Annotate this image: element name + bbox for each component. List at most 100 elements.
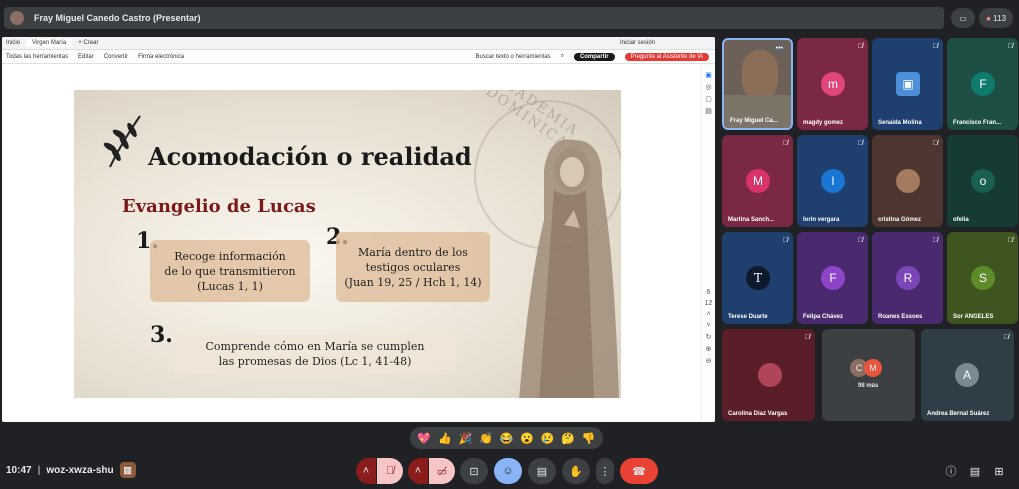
participant-tile[interactable]: 🎙̸ F Felipa Chávez [797, 232, 868, 324]
olive-branch-icon [103, 115, 141, 168]
point-3-line-2: las promesas de Dios (Lc 1, 41-48) [218, 355, 412, 368]
slide: ACADEMIA DOMINICANA Acomodación o realid… [74, 90, 621, 398]
signin-link[interactable]: Iniciar sesión [620, 40, 655, 46]
tab-inicio[interactable]: Inicio [6, 40, 20, 46]
present-button[interactable]: ⊡ [460, 458, 488, 484]
reaction-surprised[interactable]: 😮 [520, 432, 534, 445]
avatar [758, 363, 782, 387]
point-1-line-3: (Lucas 1, 1) [197, 279, 263, 293]
participant-tile[interactable]: o ofelia [947, 135, 1018, 227]
meeting-details-button[interactable]: ⓘ [942, 458, 960, 484]
share-button[interactable]: Compartir [573, 52, 615, 61]
video-options-button[interactable]: ˄ [408, 458, 428, 484]
point-1-line-2: de lo que transmitieron [164, 264, 296, 278]
participant-tile[interactable]: 🎙̸ A Andrea Bernal Suárez [921, 329, 1014, 421]
participant-name: Francisco Fran... [953, 120, 1002, 126]
reaction-clap[interactable]: 👏 [479, 432, 493, 445]
zoom-out-icon[interactable]: ⊖ [706, 357, 712, 365]
mic-off-icon: 🎙̸ [932, 237, 938, 244]
participant-tile[interactable]: 🎙̸ l lorin vergara [797, 135, 868, 227]
ai-tool-icon[interactable]: ▣ [705, 71, 712, 79]
more-participants-tile[interactable]: C M 98 más [822, 329, 915, 421]
hide-presentation-button[interactable]: ▭ [951, 8, 975, 28]
toolbar-search[interactable]: Buscar texto o herramientas [476, 54, 551, 60]
search-icon[interactable]: ⌕ [561, 53, 564, 60]
activities-button[interactable]: ⊞ [990, 458, 1008, 484]
camera-off-icon: ▭̸ [436, 465, 448, 478]
point-3-box: Comprende cómo en María se cumplen las p… [174, 334, 456, 374]
avatar: F [821, 266, 845, 290]
camera-toggle-button[interactable]: ▭̸ [429, 458, 455, 484]
page-up-icon[interactable]: ˄ [706, 311, 710, 318]
captions-button[interactable]: ▤ [528, 458, 556, 484]
participant-tile[interactable]: 🎙̸ T Terese Duarte [722, 232, 793, 324]
avatar: A [955, 363, 979, 387]
participant-tile[interactable]: 🎙̸ F Francisco Fran... [947, 38, 1018, 130]
participant-name: Felipa Chávez [803, 314, 844, 320]
leave-call-button[interactable]: ☎ [620, 458, 658, 484]
participant-tile[interactable]: 🎙̸ M Martina Sanch... [722, 135, 793, 227]
toolbar-edit[interactable]: Editar [78, 54, 94, 60]
more-options-button[interactable]: ⋮ [596, 458, 614, 484]
point-2-line-1: María dentro de los [358, 245, 468, 259]
reaction-heart[interactable]: 💖 [417, 432, 431, 445]
participant-tile-video[interactable]: ••• Fray Miguel Ca... [722, 38, 793, 130]
emoji-button[interactable]: ☺ [494, 458, 522, 484]
participant-tile[interactable]: 🎙̸ Carolina Diaz Vargas [722, 329, 815, 421]
tab-new[interactable]: + Crear [78, 40, 98, 46]
mic-off-icon: 🎙̸ [932, 43, 938, 50]
zoom-in-icon[interactable]: ⊕ [706, 345, 712, 353]
participant-tile[interactable]: 🎙̸ ▣ Senaida Molina [872, 38, 943, 130]
reaction-laugh[interactable]: 😂 [500, 432, 514, 445]
reactions-bar: 💖 👍 🎉 👏 😂 😮 😢 🤔 👎 [410, 427, 603, 449]
rotate-icon[interactable]: ↻ [706, 333, 712, 341]
reaction-party[interactable]: 🎉 [459, 432, 473, 445]
reaction-sad[interactable]: 😢 [541, 432, 555, 445]
mic-off-icon: 🎙̸ [857, 237, 863, 244]
mic-off-icon: 🎙̸ [804, 334, 810, 341]
participant-name: ofelia [953, 217, 969, 223]
bookmark-tool-icon[interactable]: ▢ [705, 95, 712, 103]
more-options-icon[interactable]: ••• [772, 45, 786, 52]
tab-document[interactable]: Virgen María [26, 39, 73, 47]
copy-tool-icon[interactable]: ▤ [705, 107, 712, 115]
reaction-thumbs-up[interactable]: 👍 [438, 432, 452, 445]
avatar: ▣ [896, 72, 920, 96]
reaction-thinking[interactable]: 🤔 [561, 432, 575, 445]
mic-off-icon: 🎙̸ [1007, 237, 1013, 244]
participant-tile[interactable]: 🎙̸ R Roanes Essoes [872, 232, 943, 324]
chat-button[interactable]: ▤ [966, 458, 984, 484]
audio-options-button[interactable]: ˄ [356, 458, 376, 484]
participants-button[interactable]: ● 113 [979, 8, 1013, 28]
avatar: o [971, 169, 995, 193]
mic-toggle-button[interactable]: 🎙̸ [377, 458, 403, 484]
reaction-thumbs-down[interactable]: 👎 [582, 432, 596, 445]
participant-name: Terese Duarte [728, 314, 768, 320]
screen-share-off-icon: ▭ [959, 13, 967, 23]
page-number[interactable]: 6 [707, 289, 711, 296]
mic-off-icon: 🎙̸ [782, 140, 788, 147]
participant-name: magdy gomez [803, 120, 844, 126]
avatar: M [746, 169, 770, 193]
toolbar-convert[interactable]: Convertir [104, 54, 128, 60]
toolbar-all-tools[interactable]: Todas las herramientas [6, 54, 68, 60]
participant-tile[interactable]: 🎙̸ m magdy gomez [797, 38, 868, 130]
page-down-icon[interactable]: ˅ [706, 322, 710, 329]
document-viewer: ACADEMIA DOMINICANA Acomodación o realid… [2, 65, 702, 422]
mic-off-icon: 🎙̸ [385, 465, 395, 477]
webcam-shirt [724, 95, 791, 128]
raise-hand-button[interactable]: ✋ [562, 458, 590, 484]
webcam-person [742, 50, 778, 100]
comment-tool-icon[interactable]: ◎ [705, 83, 711, 91]
point-3-number: 3. [150, 322, 173, 348]
mic-off-icon: 🎙̸ [1007, 43, 1013, 50]
captions-icon: ▤ [536, 465, 548, 478]
participant-tile[interactable]: 🎙̸ S Sor ANGELES [947, 232, 1018, 324]
participant-name: Fray Miguel Ca... [730, 118, 778, 124]
participant-tile[interactable]: 🎙̸ cristina Gómez [872, 135, 943, 227]
toolbar-sign[interactable]: Firma electrónica [138, 54, 184, 60]
ai-assistant-button[interactable]: Pregunte al Asistente de IA [624, 52, 709, 61]
chat-icon: ▤ [969, 465, 981, 478]
people-icon: ● [986, 13, 991, 23]
mic-off-icon: 🎙̸ [782, 237, 788, 244]
